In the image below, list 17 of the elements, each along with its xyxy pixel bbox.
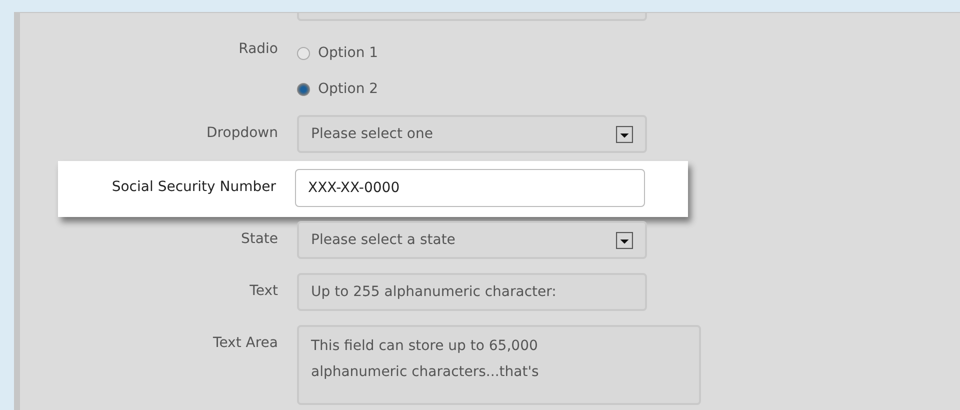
caret-icon: [616, 232, 633, 248]
caret-icon: [616, 126, 633, 142]
radio-button-icon[interactable]: [297, 46, 310, 60]
field-label: Text Area: [212, 334, 278, 351]
field-label: State: [240, 230, 278, 247]
radio-option[interactable]: Option 1: [297, 41, 378, 65]
radio-button-icon[interactable]: [297, 82, 310, 96]
text-area[interactable]: This field can store up to 65,000 alphanumeric characters...that's: [297, 325, 701, 405]
input-field[interactable]: XXX-XX-0000: [295, 169, 645, 207]
input-field[interactable]: Up to 255 alphanumeric character:: [297, 273, 647, 311]
field-label: Dropdown: [206, 124, 278, 141]
field-label: Radio: [238, 40, 278, 57]
dropdown[interactable]: Please select a state: [297, 221, 647, 259]
field-label: Social Security Number: [110, 178, 276, 195]
dropdown[interactable]: Please select one: [297, 115, 647, 153]
radio-option[interactable]: Option 2: [297, 77, 378, 101]
field-label: Text: [248, 282, 278, 299]
